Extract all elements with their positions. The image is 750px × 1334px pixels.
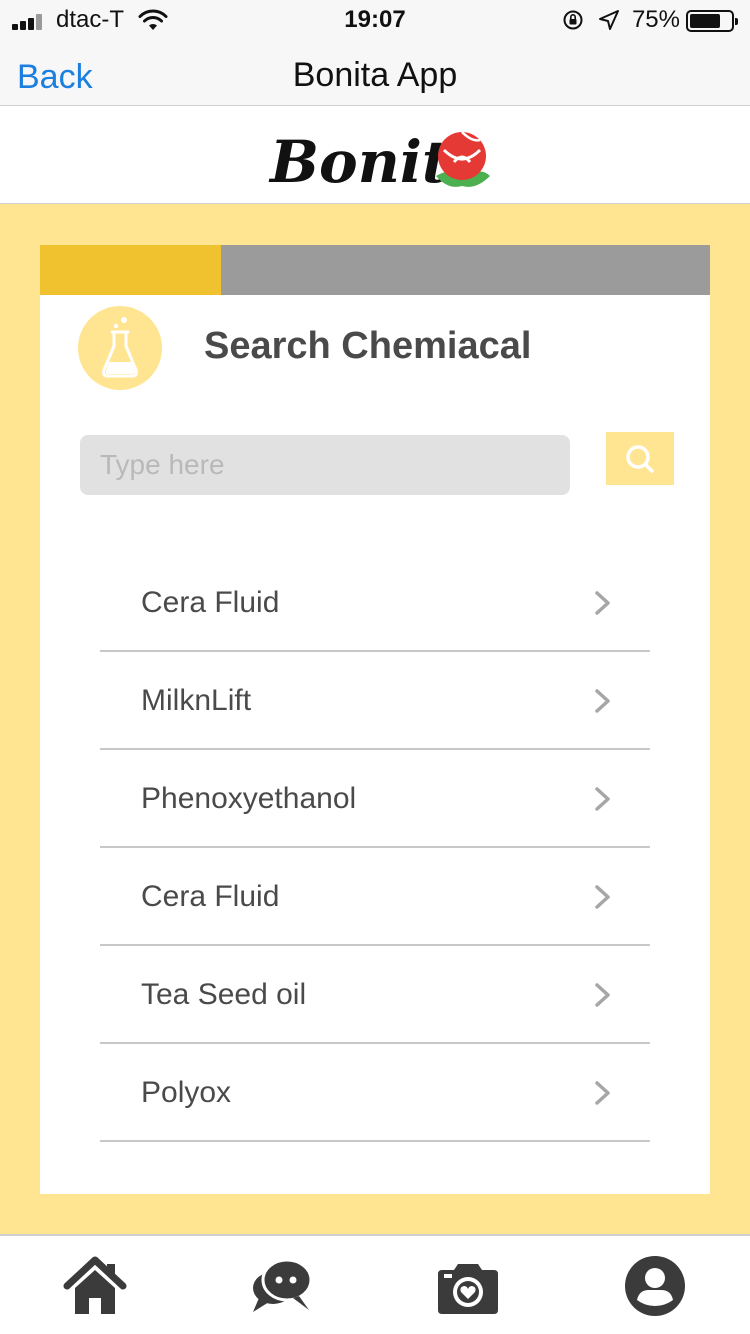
chemical-name: Tea Seed oil	[141, 978, 307, 1011]
location-arrow-icon	[599, 10, 619, 30]
battery-percent: 75%	[631, 6, 680, 33]
rotation-lock-icon	[563, 10, 583, 30]
chevron-right-icon	[595, 689, 610, 713]
chemical-name: MilknLift	[141, 684, 252, 717]
bonita-logo: Bonita	[268, 128, 490, 196]
main-content: Search Chemiacal Cera Fluid MilknLift Phen…	[0, 204, 750, 1234]
chevron-right-icon	[595, 885, 610, 909]
progress-fill	[40, 245, 221, 295]
list-item[interactable]: Polyox	[100, 1044, 650, 1142]
list-item[interactable]: Cera Fluid	[100, 554, 650, 652]
tab-chat[interactable]	[249, 1254, 313, 1318]
progress-bar	[40, 245, 710, 295]
battery-icon	[686, 10, 738, 32]
chat-icon	[253, 1258, 313, 1312]
page-title: Bonita App	[292, 56, 458, 94]
chemical-name: Cera Fluid	[141, 880, 280, 913]
chemical-name: Polyox	[141, 1076, 232, 1109]
search-button[interactable]	[606, 432, 674, 485]
chevron-right-icon	[595, 1081, 610, 1105]
camera-icon	[438, 1264, 498, 1314]
chevron-right-icon	[595, 591, 610, 615]
list-item[interactable]: Tea Seed oil	[100, 946, 650, 1044]
chemical-name: Phenoxyethanol	[141, 782, 357, 815]
tab-home[interactable]	[63, 1254, 127, 1318]
navigation-bar: Back Bonita App	[0, 42, 750, 106]
status-bar: dtac-T 19:07 75%	[0, 0, 750, 42]
home-icon	[63, 1256, 127, 1314]
list-item[interactable]: Phenoxyethanol	[100, 750, 650, 848]
chevron-right-icon	[595, 983, 610, 1007]
search-input[interactable]	[80, 435, 570, 495]
flask-icon	[78, 306, 162, 390]
profile-icon	[625, 1256, 685, 1316]
chevron-right-icon	[595, 787, 610, 811]
chemical-name: Cera Fluid	[141, 586, 280, 619]
logo-bar: Bonita	[0, 106, 750, 204]
list-item[interactable]: MilknLift	[100, 652, 650, 750]
search-icon	[626, 445, 654, 473]
search-card: Search Chemiacal Cera Fluid MilknLift Phen…	[40, 245, 710, 1194]
tab-camera[interactable]	[436, 1254, 500, 1318]
tab-bar	[0, 1234, 750, 1334]
card-title: Search Chemiacal	[204, 325, 532, 367]
chemical-list: Cera Fluid MilknLift Phenoxyethanol Cera Fl…	[100, 554, 650, 1142]
tab-profile[interactable]	[623, 1254, 687, 1318]
list-item[interactable]: Cera Fluid	[100, 848, 650, 946]
